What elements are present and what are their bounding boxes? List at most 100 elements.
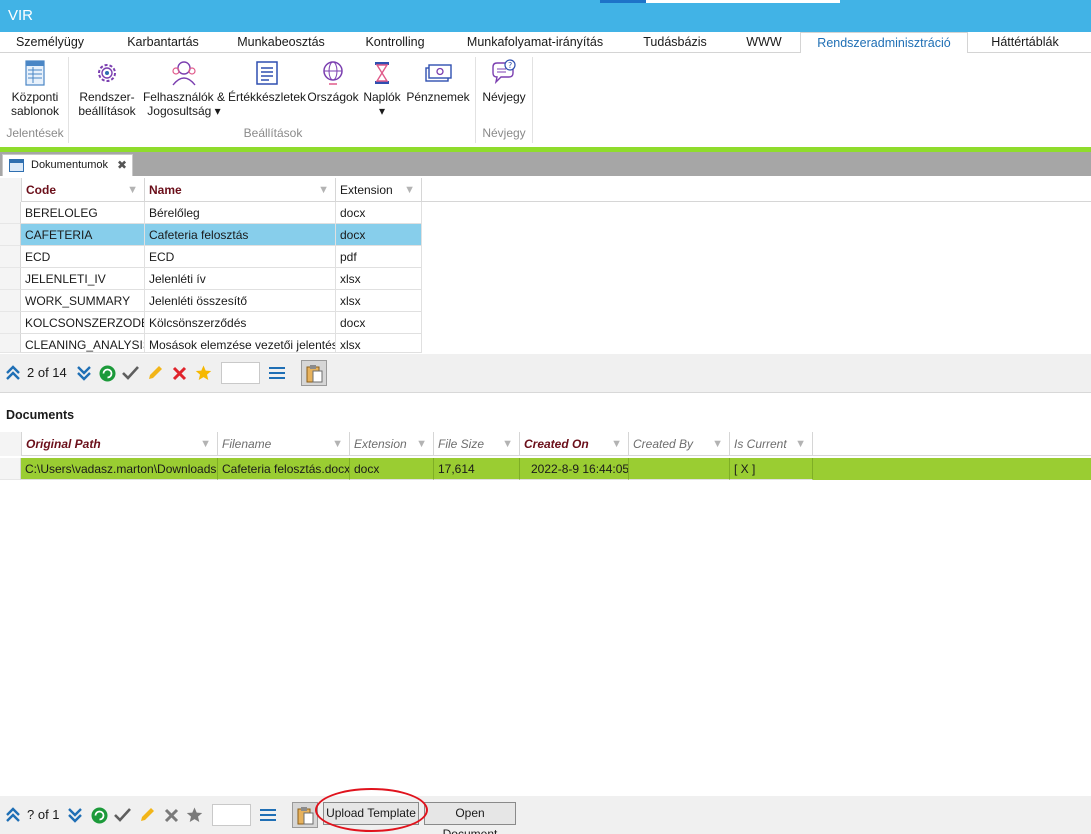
filter-icon[interactable]: ▼ <box>318 178 329 202</box>
tab-www[interactable]: WWW <box>740 32 788 53</box>
column-header-extension[interactable]: Extension ▼ <box>350 432 434 456</box>
window-icon <box>9 159 24 172</box>
column-header-code[interactable]: Code ▼ <box>22 178 145 202</box>
tab-dokumentumok[interactable]: Dokumentumok ✖ <box>2 154 133 176</box>
column-label: Created On <box>524 437 589 451</box>
row-indicator-header <box>0 432 22 456</box>
check-icon[interactable] <box>114 807 131 823</box>
ribbon-button-naplok[interactable]: Naplók ▾ <box>360 55 404 118</box>
first-record-icon[interactable] <box>5 365 21 381</box>
clipboard-button[interactable] <box>292 802 318 828</box>
ribbon-button-rendszer-beallitasok[interactable]: Rendszer- beállítások <box>74 55 140 118</box>
gear-icon <box>98 64 116 82</box>
open-document-button[interactable]: Open Document <box>424 802 516 834</box>
record-number-input[interactable] <box>221 362 260 384</box>
filter-icon[interactable]: ▼ <box>416 432 427 456</box>
list-icon <box>256 61 278 85</box>
cell-extension: docx <box>336 224 422 246</box>
ribbon-button-kozponti-sablonok[interactable]: Központi sablonok <box>4 55 66 118</box>
column-header-file-size[interactable]: File Size ▼ <box>434 432 520 456</box>
tab-munkabeosztas[interactable]: Munkabeosztás <box>232 32 330 53</box>
cell-extension: xlsx <box>336 268 422 290</box>
column-label: File Size <box>438 437 485 451</box>
check-icon[interactable] <box>122 365 139 381</box>
ribbon-button-penznemek[interactable]: Pénznemek <box>404 55 472 104</box>
ribbon-label-line1: Központi <box>11 90 59 104</box>
ribbon-label-line2: sablonok <box>10 104 60 118</box>
filter-icon[interactable]: ▼ <box>611 432 622 456</box>
column-header-original-path[interactable]: Original Path ▼ <box>22 432 218 456</box>
column-label: Is Current <box>734 437 787 451</box>
clipboard-button[interactable] <box>301 360 327 386</box>
refresh-icon[interactable] <box>91 807 108 824</box>
cell-name: Jelenléti ív <box>145 268 336 290</box>
ribbon-label-line1: Felhasználók & <box>142 90 226 104</box>
hourglass-log-icon <box>375 62 389 84</box>
last-record-icon[interactable] <box>76 365 92 381</box>
document-tab-bar: Dokumentumok ✖ <box>0 152 1091 176</box>
column-header-created-on[interactable]: Created On ▼ <box>520 432 629 456</box>
ribbon-button-orszagok[interactable]: Országok <box>306 55 360 104</box>
cell-code: KOLCSONSZERZODES <box>21 312 145 334</box>
ribbon-label-line2: ▾ <box>378 104 386 118</box>
row-indicator <box>0 202 21 224</box>
refresh-icon[interactable] <box>99 365 116 382</box>
pencil-icon[interactable] <box>147 365 163 381</box>
tab-szemelyugy[interactable]: Személyügy <box>10 32 90 53</box>
list-view-icon[interactable] <box>259 807 277 823</box>
clipboard-icon <box>297 807 314 825</box>
filter-icon[interactable]: ▼ <box>332 432 343 456</box>
column-label: Name <box>149 183 182 197</box>
navigator-top: 2 of 14 <box>0 354 1091 392</box>
delete-icon[interactable] <box>172 366 187 381</box>
filter-icon[interactable]: ▼ <box>127 178 138 202</box>
column-header-extension[interactable]: Extension ▼ <box>336 178 422 202</box>
ribbon-group-nevjegy: Névjegy <box>482 126 526 140</box>
last-record-icon[interactable] <box>67 807 83 823</box>
first-record-icon[interactable] <box>5 807 21 823</box>
filter-icon[interactable]: ▼ <box>404 178 415 202</box>
about-bubble-icon: ? <box>492 59 516 85</box>
ribbon-button-nevjegy[interactable]: ? Névjegy <box>478 55 530 104</box>
filter-icon[interactable]: ▼ <box>795 432 806 456</box>
column-header-name[interactable]: Name ▼ <box>145 178 336 202</box>
documents-grid: Original Path ▼ Filename ▼ Extension ▼ F… <box>0 432 1091 482</box>
tab-kontrolling[interactable]: Kontrolling <box>358 32 432 53</box>
cell-extension: docx <box>336 202 422 224</box>
column-header-filename[interactable]: Filename ▼ <box>218 432 350 456</box>
globe-icon <box>323 61 343 85</box>
ribbon-group-beallitasok: Beállítások <box>243 126 303 140</box>
tab-hattertablak[interactable]: Háttértáblák <box>982 32 1068 53</box>
column-label: Extension <box>354 437 407 451</box>
pencil-icon[interactable] <box>139 807 155 823</box>
tab-tudasbazis[interactable]: Tudásbázis <box>638 32 712 53</box>
cell-name: Mosások elemzése vezetői jelentés <box>145 334 336 353</box>
record-number-input[interactable] <box>212 804 251 826</box>
ribbon: Központi sablonok Jelentések Rendszer- b… <box>0 53 1091 147</box>
record-position: 2 of 14 <box>27 365 67 380</box>
menu-bar: Személyügy Karbantartás Munkabeosztás Ko… <box>0 32 1091 54</box>
list-view-icon[interactable] <box>268 365 286 381</box>
close-icon[interactable]: ✖ <box>117 158 127 172</box>
row-indicator <box>0 312 21 334</box>
cell-code: ECD <box>21 246 145 268</box>
document-grid-icon <box>25 60 45 86</box>
ribbon-label-line1: Névjegy <box>482 90 526 104</box>
filter-icon[interactable]: ▼ <box>200 432 211 456</box>
tab-karbantartas[interactable]: Karbantartás <box>120 32 206 53</box>
star-icon[interactable] <box>195 365 212 381</box>
column-label: Created By <box>633 437 694 451</box>
ribbon-button-felhasznalok[interactable]: Felhasználók & Jogosultság ▾ <box>142 55 226 118</box>
star-icon[interactable] <box>186 807 203 823</box>
ribbon-label-line2: Jogosultság ▾ <box>147 104 221 118</box>
templates-grid-header: Code ▼ Name ▼ Extension ▼ <box>0 178 1091 202</box>
tab-munkafolyamat[interactable]: Munkafolyamat-irányítás <box>462 32 608 53</box>
filter-icon[interactable]: ▼ <box>712 432 723 456</box>
ribbon-button-ertekkeszletek[interactable]: Értékkészletek <box>228 55 306 104</box>
delete-icon[interactable] <box>164 808 179 823</box>
column-header-is-current[interactable]: Is Current ▼ <box>730 432 813 456</box>
tab-rendszeradminisztracio[interactable]: Rendszeradminisztráció <box>800 32 968 54</box>
filter-icon[interactable]: ▼ <box>502 432 513 456</box>
cell-created-on: 2022-8-9 16:44:05 <box>520 458 629 480</box>
column-header-created-by[interactable]: Created By ▼ <box>629 432 730 456</box>
